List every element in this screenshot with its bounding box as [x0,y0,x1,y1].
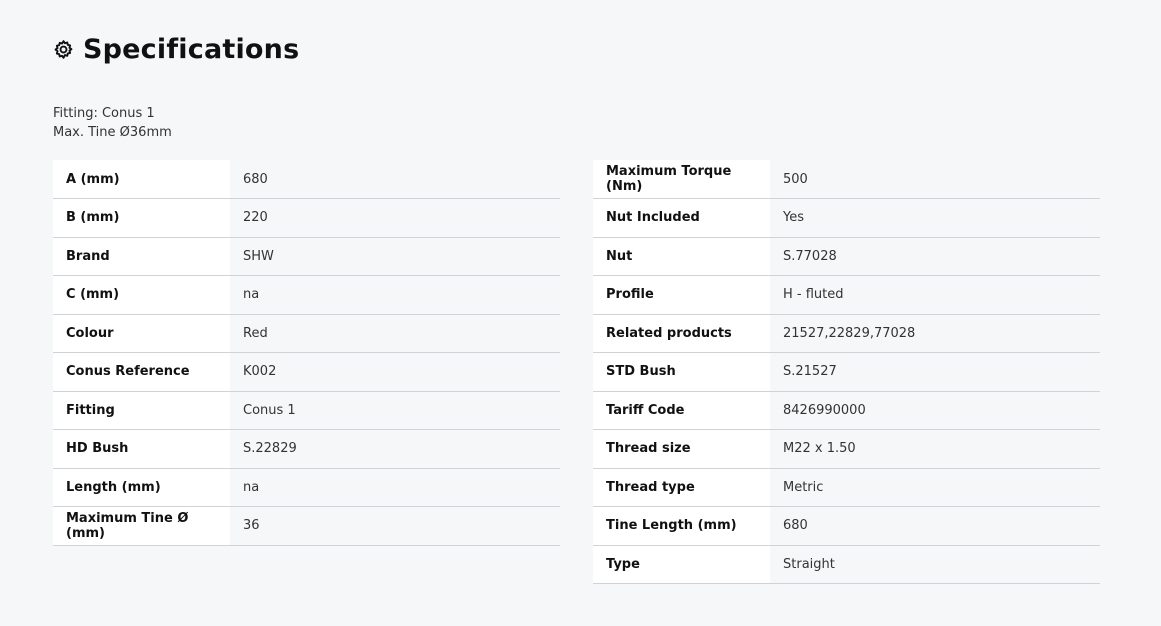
spec-value: S.77028 [770,237,1100,276]
spec-label: Nut Included [593,198,770,237]
spec-value: M22 x 1.50 [770,429,1100,468]
spec-row: B (mm) 220 [53,198,560,237]
spec-row: Profile H - fluted [593,275,1100,314]
spec-row: Nut Included Yes [593,198,1100,237]
spec-row: Thread size M22 x 1.50 [593,429,1100,468]
page-title: Specifications [83,34,300,65]
spec-label: Conus Reference [53,352,230,391]
spec-value: S.22829 [230,429,560,468]
spec-value: Red [230,314,560,353]
spec-label: B (mm) [53,198,230,237]
spec-value: Conus 1 [230,391,560,430]
spec-value: H - fluted [770,275,1100,314]
spec-value: 680 [230,160,560,199]
spec-label: Nut [593,237,770,276]
spec-label: Related products [593,314,770,353]
spec-row: Fitting Conus 1 [53,391,560,430]
spec-value: Straight [770,545,1100,584]
spec-value: 36 [230,506,560,545]
spec-row: Related products 21527,22829,77028 [593,314,1100,353]
spec-label: Profile [593,275,770,314]
spec-row: Conus Reference K002 [53,352,560,391]
spec-value: S.21527 [770,352,1100,391]
spec-label: HD Bush [53,429,230,468]
spec-value: 21527,22829,77028 [770,314,1100,353]
section-heading: Specifications [53,34,299,65]
spec-label: Tine Length (mm) [593,506,770,545]
spec-label: Colour [53,314,230,353]
spec-label: Fitting [53,391,230,430]
spec-label: Tariff Code [593,391,770,430]
spec-table-left: A (mm) 680 B (mm) 220 Brand SHW C (mm) na Colour… [53,160,560,546]
spec-value: Yes [770,198,1100,237]
spec-row: Type Straight [593,545,1100,584]
spec-label: Type [593,545,770,584]
gear-icon [53,39,74,60]
spec-label: C (mm) [53,275,230,314]
intro-max-tine: Max. Tine Ø36mm [53,125,172,140]
spec-value: 8426990000 [770,391,1100,430]
spec-row: Length (mm) na [53,468,560,507]
spec-table-right: Maximum Torque (Nm) 500 Nut Included Yes Nut… [593,160,1100,584]
specifications-page: Specifications Fitting: Conus 1 Max. Tin… [0,0,1161,626]
spec-row: Tariff Code 8426990000 [593,391,1100,430]
spec-row: STD Bush S.21527 [593,352,1100,391]
spec-row: Maximum Tine Ø (mm) 36 [53,506,560,545]
intro-text: Fitting: Conus 1 Max. Tine Ø36mm [53,104,172,142]
spec-row: C (mm) na [53,275,560,314]
spec-row: Maximum Torque (Nm) 500 [593,160,1100,199]
spec-value: 500 [770,160,1100,199]
spec-value: na [230,468,560,507]
intro-fitting: Fitting: Conus 1 [53,106,155,121]
spec-value: K002 [230,352,560,391]
spec-label: Thread size [593,429,770,468]
spec-value: Metric [770,468,1100,507]
spec-label: Maximum Tine Ø (mm) [53,506,230,545]
spec-value: na [230,275,560,314]
spec-label: Length (mm) [53,468,230,507]
spec-row: HD Bush S.22829 [53,429,560,468]
spec-row: A (mm) 680 [53,160,560,199]
spec-label: Thread type [593,468,770,507]
spec-row: Colour Red [53,314,560,353]
spec-value: 220 [230,198,560,237]
spec-label: A (mm) [53,160,230,199]
spec-row: Brand SHW [53,237,560,276]
spec-label: Brand [53,237,230,276]
spec-value: SHW [230,237,560,276]
spec-value: 680 [770,506,1100,545]
spec-label: STD Bush [593,352,770,391]
spec-row: Thread type Metric [593,468,1100,507]
spec-row: Tine Length (mm) 680 [593,506,1100,545]
spec-row: Nut S.77028 [593,237,1100,276]
spec-label: Maximum Torque (Nm) [593,160,770,199]
